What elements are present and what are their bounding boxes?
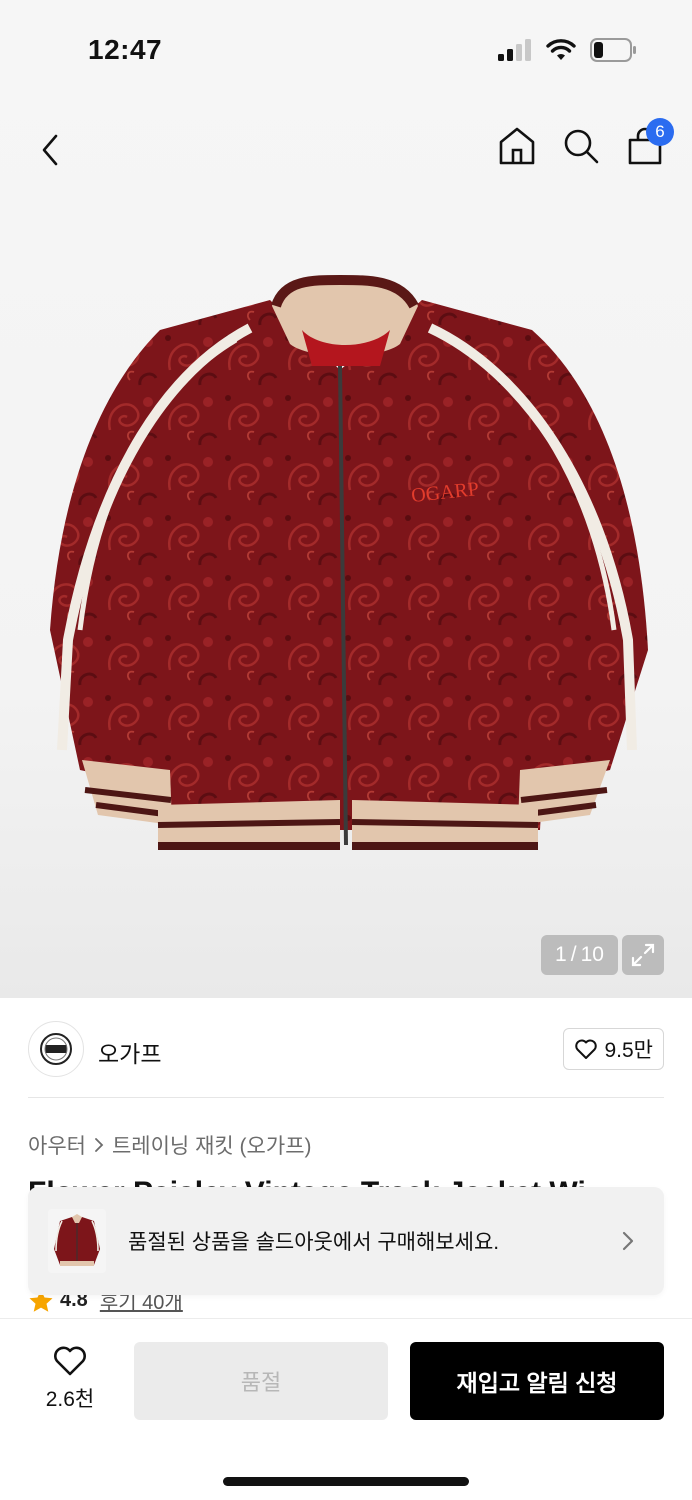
brand-logo-image bbox=[40, 1033, 72, 1065]
home-icon bbox=[499, 127, 535, 165]
image-counter: 1 / 10 bbox=[541, 935, 618, 975]
chevron-right-icon bbox=[622, 1231, 634, 1251]
brand-like-button[interactable]: 9.5만 bbox=[563, 1028, 664, 1070]
status-bar: 12:47 bbox=[0, 0, 692, 100]
cart-count-badge: 6 bbox=[646, 118, 674, 146]
brand-like-count: 9.5만 bbox=[604, 1039, 653, 1062]
divider bbox=[28, 1097, 664, 1098]
brand-name[interactable]: 오가프 bbox=[98, 1035, 161, 1069]
toast-message: 품절된 상품을 솔드아웃에서 구매해보세요. bbox=[128, 1231, 500, 1254]
home-indicator bbox=[223, 1477, 469, 1486]
breadcrumb-category[interactable]: 아우터 bbox=[28, 1130, 86, 1160]
back-button[interactable] bbox=[28, 126, 72, 174]
image-counter-current: 1 bbox=[555, 943, 567, 966]
search-button[interactable] bbox=[560, 122, 602, 170]
toast-thumbnail bbox=[48, 1209, 106, 1273]
status-icons bbox=[498, 38, 636, 62]
nav-actions: 6 bbox=[496, 118, 674, 170]
restock-alert-button[interactable]: 재입고 알림 신청 bbox=[410, 1342, 664, 1420]
status-time: 12:47 bbox=[88, 34, 163, 65]
product-image: OGARP bbox=[50, 274, 648, 850]
expand-icon bbox=[631, 943, 655, 967]
brand-row: 오가프 9.5만 bbox=[28, 1020, 664, 1078]
image-counter-separator: / bbox=[570, 943, 577, 966]
search-icon bbox=[564, 129, 599, 164]
expand-image-button[interactable] bbox=[622, 935, 664, 975]
product-gallery[interactable]: 12:47 6 OGARP 1 / 10 bbox=[0, 0, 692, 998]
heart-icon bbox=[575, 1039, 598, 1059]
toast-thumbnail-image bbox=[48, 1209, 106, 1273]
wishlist-button[interactable]: 2.6천 bbox=[28, 1345, 112, 1417]
cart-button[interactable]: 6 bbox=[624, 118, 674, 170]
chevron-right-icon bbox=[95, 1138, 104, 1152]
back-icon bbox=[42, 134, 58, 166]
wishlist-count: 2.6천 bbox=[45, 1388, 95, 1411]
soldout-toast[interactable]: 품절된 상품을 솔드아웃에서 구매해보세요. bbox=[28, 1187, 664, 1295]
breadcrumb: 아우터 트레이닝 재킷 (오가프) bbox=[28, 1130, 312, 1160]
battery-icon bbox=[590, 38, 636, 62]
brand-logo[interactable] bbox=[28, 1021, 84, 1077]
image-counter-total: 10 bbox=[580, 943, 604, 966]
top-nav: 6 bbox=[0, 118, 692, 182]
heart-icon bbox=[54, 1346, 86, 1376]
soldout-button: 품절 bbox=[134, 1342, 388, 1420]
wifi-icon bbox=[546, 39, 576, 60]
breadcrumb-subcategory[interactable]: 트레이닝 재킷 (오가프) bbox=[112, 1130, 312, 1160]
home-button[interactable] bbox=[496, 122, 538, 170]
bottom-action-bar: 2.6천 품절 재입고 알림 신청 bbox=[0, 1318, 692, 1500]
signal-icon bbox=[498, 39, 531, 61]
